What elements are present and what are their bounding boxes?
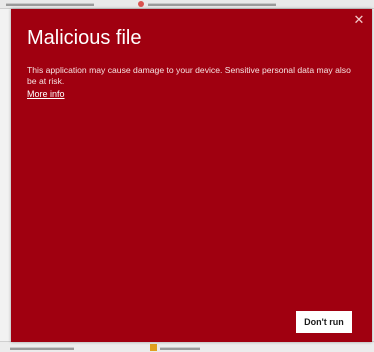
close-icon[interactable]: ✕: [352, 13, 366, 27]
background-app-icon: [138, 1, 144, 7]
background-window-top: ▬▬▬▬▬▬▬▬▬▬▬ ▬▬▬▬▬▬▬▬▬▬▬▬▬▬▬▬: [0, 0, 374, 9]
more-info-link[interactable]: More info: [27, 89, 65, 100]
dialog-title: Malicious file: [27, 27, 142, 49]
dont-run-button[interactable]: Don't run: [296, 311, 352, 333]
background-blurred-text: ▬▬▬▬▬▬▬▬▬▬▬▬▬▬▬▬: [148, 0, 276, 8]
background-window-bottom: ▬▬▬▬▬▬▬▬ ▬▬▬▬▬: [0, 341, 374, 352]
background-app-icon: [150, 344, 157, 351]
malicious-file-dialog: ✕ Malicious file This application may ca…: [11, 9, 372, 342]
background-blurred-text: ▬▬▬▬▬▬▬▬: [10, 343, 74, 352]
dialog-message: This application may cause damage to you…: [27, 65, 351, 86]
background-blurred-text: ▬▬▬▬▬▬▬▬▬▬▬: [6, 0, 94, 8]
background-blurred-text: ▬▬▬▬▬: [160, 343, 200, 352]
